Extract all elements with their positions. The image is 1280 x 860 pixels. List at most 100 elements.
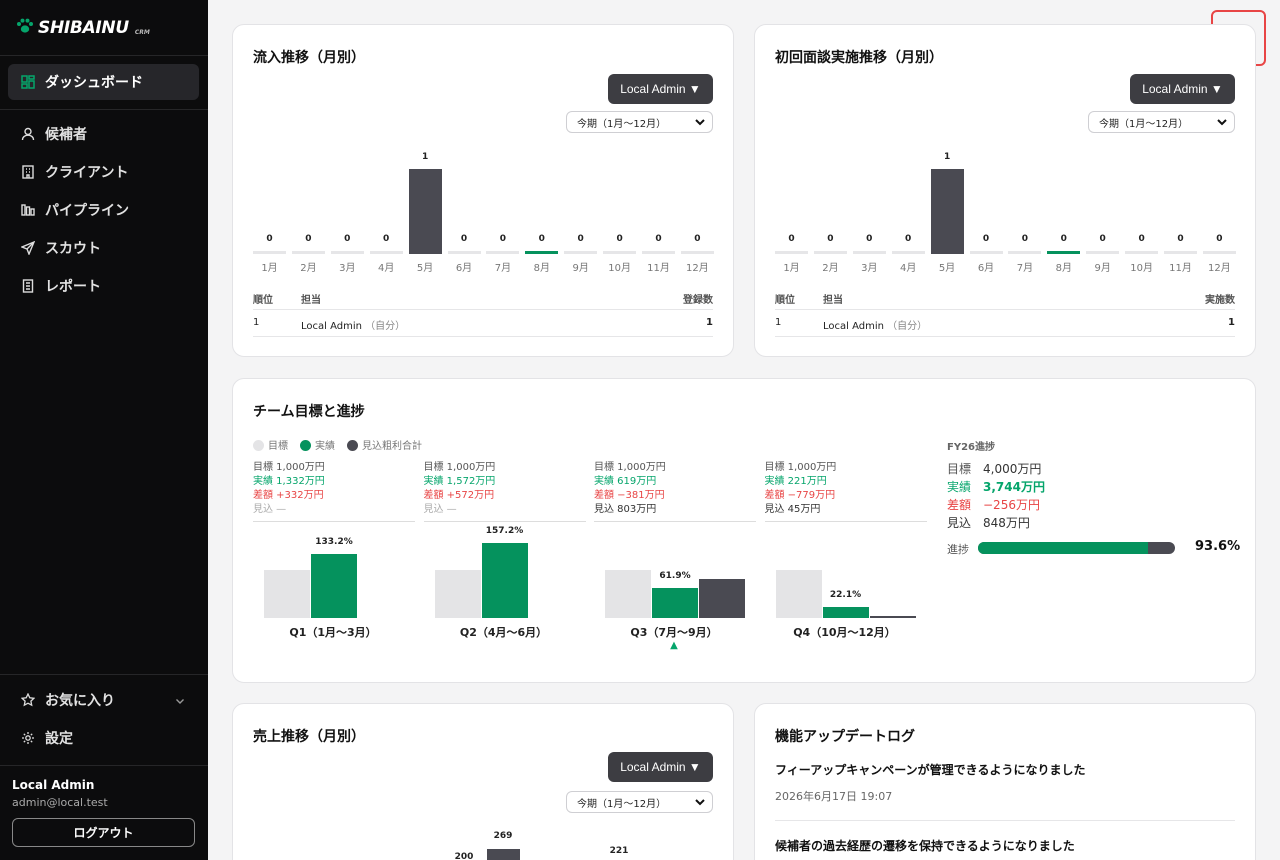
logout-button[interactable]: ログアウト bbox=[12, 818, 195, 847]
quarter-goal: 目標 1,000万円 bbox=[253, 462, 325, 473]
bar-category-label: 1月 bbox=[261, 263, 278, 274]
update-log-divider bbox=[775, 820, 1235, 821]
logo-sub: CRM bbox=[134, 29, 150, 36]
user-name: Local Admin bbox=[12, 778, 95, 792]
nav-reports[interactable]: レポート bbox=[8, 268, 199, 304]
quarter-pct: 133.2% bbox=[315, 537, 353, 548]
chevron-down-icon[interactable] bbox=[175, 694, 185, 710]
fy-diff-value: −256万円 bbox=[983, 498, 1040, 512]
fy-progress-bar bbox=[978, 542, 1175, 554]
bar-value-label: 0 bbox=[694, 234, 701, 244]
bar[interactable] bbox=[408, 169, 442, 254]
bar-column: 0 12月 bbox=[1202, 151, 1236, 274]
quarter-label: Q1（1月〜3月） bbox=[289, 626, 377, 639]
interview-admin-dropdown[interactable]: Local Admin ▼ bbox=[1130, 74, 1235, 104]
bar-baseline bbox=[486, 251, 520, 254]
bar-column: 0 9月 bbox=[1086, 151, 1120, 274]
quarter-divider bbox=[764, 521, 927, 522]
bar-category-label: 2月 bbox=[300, 263, 317, 274]
bar-value-label: 0 bbox=[905, 234, 912, 244]
report-icon bbox=[20, 278, 36, 294]
bar-category-label: 5月 bbox=[938, 263, 956, 274]
quarter-label: Q3（7月〜9月） bbox=[630, 626, 718, 639]
goal-bar bbox=[264, 570, 310, 618]
inflow-period-value: 今期（1月〜12月） bbox=[577, 118, 667, 130]
bar-value-label: 0 bbox=[788, 234, 795, 244]
legend-actual-label: 実績 bbox=[315, 441, 335, 452]
inflow-chart: 0 1月 0 2月 0 3月 0 4月 1 5月 0 6月 0 7月 0 8月 0 9月 0 10月 0 11月 0 12月 bbox=[253, 151, 715, 301]
sidebar-divider bbox=[0, 765, 208, 766]
goal-bar bbox=[775, 570, 822, 618]
logo[interactable]: SHIBAINU CRM bbox=[16, 14, 150, 42]
bar-value-label: 0 bbox=[616, 234, 623, 244]
current-month-marker bbox=[525, 251, 559, 254]
bar-category-label: 6月 bbox=[455, 263, 473, 274]
bar-baseline bbox=[852, 251, 886, 254]
sidebar-divider bbox=[0, 109, 208, 110]
quarter-label: Q2（4月〜6月） bbox=[459, 626, 548, 639]
bar-baseline bbox=[813, 251, 847, 254]
bar-value-label: 0 bbox=[1021, 234, 1029, 244]
nav-dashboard-label: ダッシュボード bbox=[45, 75, 143, 91]
inflow-period-select[interactable]: 今期（1月〜12月） bbox=[566, 111, 713, 133]
bar-baseline bbox=[891, 251, 925, 254]
sales-period-select[interactable]: 今期（1月〜12月） bbox=[566, 791, 713, 813]
nav-favorites[interactable]: お気に入り bbox=[8, 682, 199, 718]
bar-column: 0 1月 bbox=[253, 151, 286, 274]
bar-baseline bbox=[253, 251, 286, 254]
bar-column: 0 8月 bbox=[525, 151, 559, 274]
bar-column: 0 10月 bbox=[603, 151, 637, 274]
inflow-card: 流入推移（月別） Local Admin ▼ 今期（1月〜12月） 0 1月 0 2月… bbox=[232, 24, 734, 357]
quarter-divider bbox=[594, 521, 756, 522]
bar-category-label: 4月 bbox=[378, 263, 395, 274]
quarter-pct: 61.9% bbox=[659, 571, 691, 582]
inflow-admin-dropdown[interactable]: Local Admin ▼ bbox=[608, 74, 713, 104]
sales-admin-dropdown[interactable]: Local Admin ▼ bbox=[608, 752, 713, 782]
bar-column: 0 11月 bbox=[642, 151, 675, 274]
bar-baseline bbox=[564, 251, 598, 254]
nav-dashboard[interactable]: ダッシュボード bbox=[8, 64, 199, 100]
bar-category-label: 7月 bbox=[1016, 263, 1034, 274]
nav-pipeline-label: パイプライン bbox=[45, 203, 129, 219]
update-log-item-title[interactable]: 候補者の過去経歴の遷移を保持できるようになりました bbox=[775, 837, 1075, 854]
nav-clients[interactable]: クライアント bbox=[8, 154, 199, 190]
nav-clients-label: クライアント bbox=[45, 165, 129, 181]
actual-bar bbox=[311, 554, 357, 618]
inflow-title: 流入推移（月別） bbox=[253, 50, 365, 66]
bar-category-label: 4月 bbox=[900, 263, 917, 274]
sales-bar bbox=[487, 849, 520, 860]
update-log-title: 機能アップデートログ bbox=[775, 729, 915, 745]
update-log-item-title[interactable]: フィーアップキャンペーンが管理できるようになりました bbox=[775, 761, 1085, 778]
bar-value-label: 0 bbox=[344, 234, 351, 244]
bar-value-label: 0 bbox=[499, 234, 507, 244]
sales-value-label: 221 bbox=[609, 846, 629, 856]
nav-candidates[interactable]: 候補者 bbox=[8, 116, 199, 152]
bar-column: 0 2月 bbox=[813, 151, 847, 274]
bar-column: 0 2月 bbox=[291, 151, 325, 274]
quarter-diff: 差額 −779万円 bbox=[764, 490, 836, 501]
bar-category-label: 2月 bbox=[822, 263, 839, 274]
interview-period-select[interactable]: 今期（1月〜12月） bbox=[1088, 111, 1235, 133]
quarter-label: Q4（10月〜12月） bbox=[793, 626, 896, 639]
rank-row-note: （自分） bbox=[365, 321, 406, 332]
nav-candidates-label: 候補者 bbox=[45, 127, 87, 143]
goal-bar bbox=[605, 570, 651, 618]
nav-pipeline[interactable]: パイプライン bbox=[8, 192, 199, 228]
nav-scout[interactable]: スカウト bbox=[8, 230, 199, 266]
quarter-forecast: 見込 — bbox=[253, 504, 287, 515]
bar-baseline bbox=[680, 251, 714, 254]
bar-value-label: 0 bbox=[827, 234, 834, 244]
actual-bar bbox=[481, 542, 528, 618]
bar[interactable] bbox=[930, 169, 964, 254]
legend-forecast-label: 見込粗利合計 bbox=[362, 441, 422, 452]
bar-value-label: 0 bbox=[1060, 234, 1067, 244]
bar-baseline bbox=[642, 251, 675, 254]
bar-column: 0 12月 bbox=[680, 151, 714, 274]
rank-row-value: 1 bbox=[1228, 317, 1235, 328]
bar-baseline bbox=[369, 251, 403, 254]
bar-category-label: 10月 bbox=[1130, 263, 1153, 274]
bar-value-label: 0 bbox=[1216, 234, 1223, 244]
update-log-card: 機能アップデートログ フィーアップキャンペーンが管理できるようになりました 20… bbox=[754, 703, 1256, 860]
nav-settings[interactable]: 設定 bbox=[8, 720, 199, 756]
bar-value-label: 0 bbox=[460, 234, 468, 244]
